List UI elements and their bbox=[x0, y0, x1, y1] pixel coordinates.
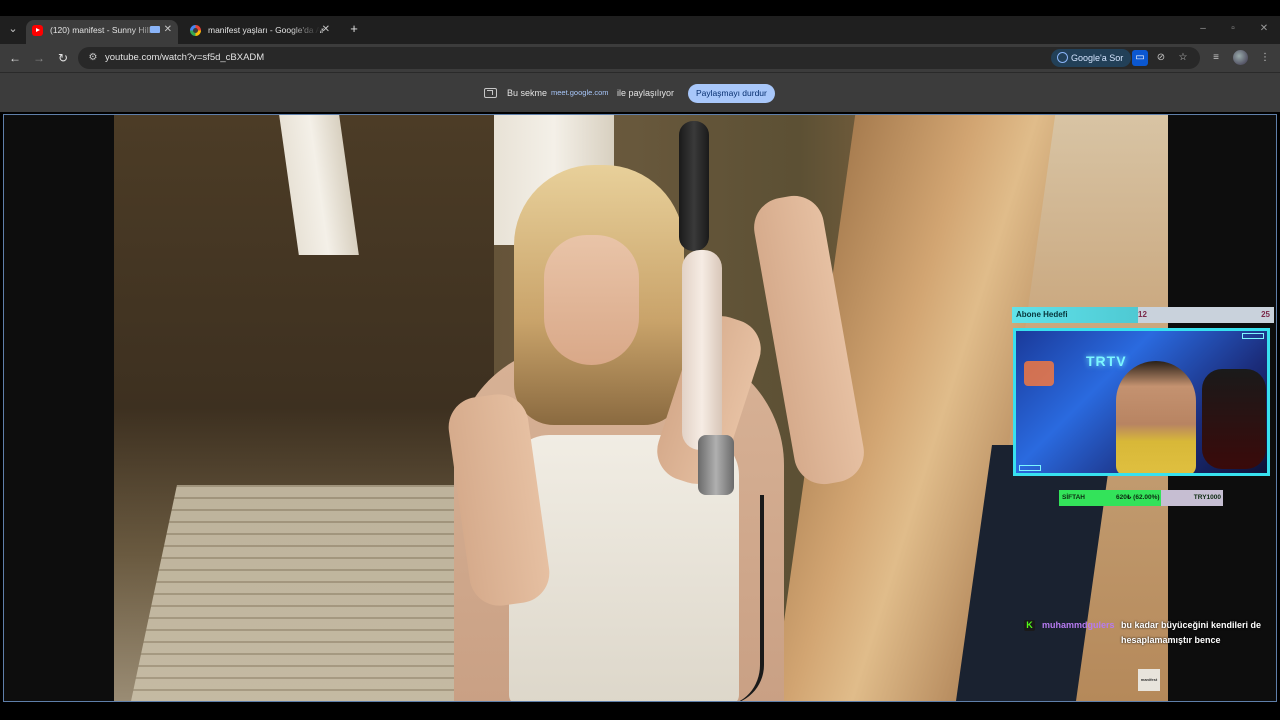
channel-badge: manifest bbox=[1138, 669, 1160, 691]
eye-off-icon[interactable]: ⊘ bbox=[1153, 50, 1169, 66]
person-face bbox=[544, 235, 639, 365]
tab-strip: ⌄ (120) manifest - Sunny Hill ✕ manifest… bbox=[0, 16, 1280, 44]
chat-text: bu kadar büyüceğini kendileri de hesapla… bbox=[1121, 620, 1262, 645]
address-bar[interactable]: ⚙ youtube.com/watch?v=sf5d_cBXADM Google… bbox=[78, 47, 1200, 69]
screen-share-icon bbox=[484, 88, 497, 98]
back-arrow-icon[interactable]: ← bbox=[6, 49, 24, 67]
share-prefix: Bu sekme bbox=[507, 88, 548, 98]
close-window-icon[interactable]: ✕ bbox=[1257, 20, 1271, 38]
curler-cable bbox=[724, 495, 764, 701]
subscriber-goal-bar: Abone Hedefi 12 25 bbox=[1012, 307, 1274, 323]
screen-top-edge bbox=[0, 0, 1280, 16]
profile-avatar[interactable] bbox=[1233, 50, 1248, 65]
subscriber-goal-current: 12 bbox=[1138, 310, 1147, 319]
frame-corner-decoration bbox=[1019, 465, 1041, 471]
neon-sign: TRTV bbox=[1086, 353, 1127, 369]
tab-sharing-bar: Bu sekme meet.google.com ile paylaşılıyo… bbox=[0, 72, 1280, 112]
cast-icon[interactable]: ▭ bbox=[1132, 50, 1148, 66]
subscriber-goal-label: Abone Hedefi bbox=[1016, 310, 1068, 319]
google-lens-icon bbox=[1057, 52, 1068, 63]
url-text[interactable]: youtube.com/watch?v=sf5d_cBXADM bbox=[105, 47, 264, 69]
bookmark-star-icon[interactable]: ☆ bbox=[1175, 50, 1191, 66]
donation-goal-bar: SİFTAH 620₺ (62.00%) TRY1000 bbox=[1059, 490, 1223, 506]
stop-sharing-button[interactable]: Paylaşmayı durdur bbox=[688, 84, 775, 103]
chat-username: muhammdgulers bbox=[1042, 620, 1115, 630]
subscriber-goal-target: 25 bbox=[1261, 310, 1270, 319]
donation-goal-amount: 620₺ (62.00%) bbox=[1116, 494, 1160, 501]
streamer bbox=[1116, 361, 1196, 473]
share-suffix: ile paylaşılıyor bbox=[617, 88, 675, 98]
share-domain: meet.google.com bbox=[551, 88, 609, 97]
google-icon bbox=[190, 25, 201, 36]
cast-indicator-icon bbox=[150, 26, 160, 33]
hair-curler-base bbox=[698, 435, 734, 495]
youtube-icon bbox=[32, 25, 43, 36]
close-tab-icon[interactable]: ✕ bbox=[322, 20, 330, 40]
menu-kebab-icon[interactable]: ⋮ bbox=[1256, 49, 1274, 67]
kick-logo-icon: K bbox=[1024, 620, 1035, 631]
streamer-webcam: TRTV bbox=[1013, 328, 1270, 476]
minimize-icon[interactable]: – bbox=[1196, 20, 1210, 38]
site-info-icon[interactable]: ⚙ bbox=[86, 51, 100, 65]
donation-goal-target: TRY1000 bbox=[1193, 494, 1221, 501]
google-ask-button[interactable]: Google'a Sor bbox=[1051, 49, 1132, 67]
donation-goal-label: SİFTAH bbox=[1062, 494, 1085, 501]
tab-youtube[interactable]: (120) manifest - Sunny Hill ✕ bbox=[26, 20, 178, 44]
frame-corner-decoration bbox=[1242, 333, 1264, 339]
video-frame[interactable] bbox=[114, 115, 1168, 701]
tab-search-chevron-icon[interactable]: ⌄ bbox=[4, 20, 22, 38]
browser-toolbar: ← → ↻ ⚙ youtube.com/watch?v=sf5d_cBXADM … bbox=[0, 44, 1280, 72]
maximize-icon[interactable]: ▫ bbox=[1226, 20, 1240, 38]
close-tab-icon[interactable]: ✕ bbox=[164, 20, 172, 40]
lamp bbox=[1024, 361, 1054, 386]
hair-curler-barrel bbox=[679, 121, 709, 251]
new-tab-button[interactable]: + bbox=[346, 20, 362, 38]
gaming-chair bbox=[1202, 369, 1266, 469]
reading-list-icon[interactable]: ≡ bbox=[1207, 49, 1225, 67]
reload-icon[interactable]: ↻ bbox=[54, 49, 72, 67]
tab-google[interactable]: manifest yaşları - Google'da Ar ✕ bbox=[184, 20, 336, 44]
hair-curler-handle bbox=[682, 250, 722, 450]
forward-arrow-icon[interactable]: → bbox=[30, 49, 48, 67]
